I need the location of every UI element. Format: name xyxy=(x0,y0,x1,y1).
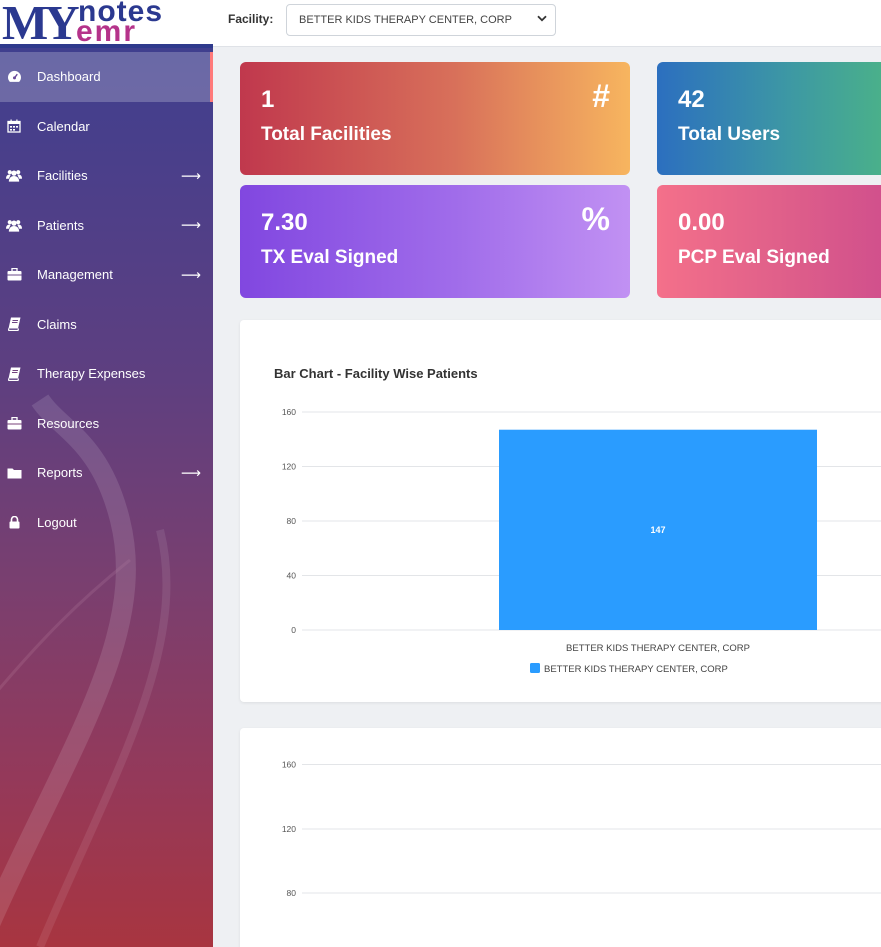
stat-value: 42 xyxy=(678,86,705,113)
chart-panel-facility-patients: Bar Chart - Facility Wise Patients 160 12… xyxy=(240,320,881,702)
legend-swatch[interactable] xyxy=(530,663,540,673)
facility-select-value: BETTER KIDS THERAPY CENTER, CORP xyxy=(299,14,512,26)
book-icon xyxy=(6,367,22,381)
hash-icon: # xyxy=(592,78,610,114)
bar-chart-secondary: 160 120 80 xyxy=(282,760,881,898)
y-tick-label: 120 xyxy=(282,824,296,834)
stat-label: Total Users xyxy=(678,124,781,145)
users-icon xyxy=(6,218,22,232)
sidebar-item-therapy-expenses[interactable]: Therapy Expenses xyxy=(0,349,213,399)
stat-card-pcp-eval-signed: 0.00 PCP Eval Signed xyxy=(657,185,881,298)
book-icon xyxy=(6,317,22,332)
bar-chart: 160 120 80 40 0 147 BETTER KIDS THERAPY CENTER… xyxy=(282,407,881,675)
dashboard-icon xyxy=(6,70,22,84)
sidebar-item-label: Claims xyxy=(37,316,77,332)
sidebar-item-management[interactable]: Management ⟶ xyxy=(0,250,213,300)
percent-icon: % xyxy=(581,201,610,237)
logo[interactable]: MY notes emr xyxy=(0,0,213,48)
sidebar-nav: Dashboard Calendar Facilities ⟶ Patients… xyxy=(0,52,213,547)
briefcase-icon xyxy=(6,268,22,282)
arrow-right-icon: ⟶ xyxy=(180,266,201,283)
sidebar-item-label: Patients xyxy=(37,217,84,233)
arrow-right-icon: ⟶ xyxy=(180,216,201,233)
stat-label: PCP Eval Signed xyxy=(678,247,830,268)
y-tick-label: 0 xyxy=(291,625,296,635)
stat-card-tx-eval-signed: 7.30 TX Eval Signed % xyxy=(240,185,630,298)
arrow-right-icon: ⟶ xyxy=(180,464,201,481)
lock-icon xyxy=(6,515,22,529)
logo-my: MY xyxy=(2,0,80,50)
y-tick-label: 80 xyxy=(287,516,297,526)
sidebar-item-label: Logout xyxy=(37,514,77,530)
y-tick-label: 120 xyxy=(282,462,296,472)
calendar-icon xyxy=(6,119,22,133)
sidebar-item-label: Facilities xyxy=(37,168,88,184)
stat-card-total-facilities: 1 Total Facilities # xyxy=(240,62,630,175)
users-icon xyxy=(6,169,22,183)
stat-value: 7.30 xyxy=(261,209,308,236)
sidebar-item-label: Management xyxy=(37,267,113,283)
stat-label: Total Facilities xyxy=(261,124,392,145)
sidebar-item-label: Reports xyxy=(37,465,83,481)
y-tick-label: 160 xyxy=(282,760,296,770)
sidebar-item-label: Dashboard xyxy=(37,69,101,85)
legend-label[interactable]: BETTER KIDS THERAPY CENTER, CORP xyxy=(544,664,728,675)
stat-value: 0.00 xyxy=(678,209,725,236)
sidebar-item-label: Therapy Expenses xyxy=(37,366,146,382)
sidebar-item-patients[interactable]: Patients ⟶ xyxy=(0,201,213,251)
bar-data-label: 147 xyxy=(650,525,665,535)
sidebar-item-dashboard[interactable]: Dashboard xyxy=(0,52,213,102)
logo-emr: emr xyxy=(76,15,138,48)
sidebar-item-calendar[interactable]: Calendar xyxy=(0,102,213,152)
sidebar: MY notes emr Dashboard Calendar Faciliti… xyxy=(0,0,213,947)
folder-icon xyxy=(6,466,22,480)
y-tick-label: 40 xyxy=(287,571,297,581)
sidebar-item-resources[interactable]: Resources xyxy=(0,399,213,449)
facility-select[interactable]: BETTER KIDS THERAPY CENTER, CORP xyxy=(286,4,556,36)
sidebar-item-claims[interactable]: Claims xyxy=(0,300,213,350)
sidebar-item-reports[interactable]: Reports ⟶ xyxy=(0,448,213,498)
y-tick-label: 80 xyxy=(287,888,297,898)
sidebar-item-label: Calendar xyxy=(37,118,90,134)
stat-card-total-users: 42 Total Users xyxy=(657,62,881,175)
sidebar-item-facilities[interactable]: Facilities ⟶ xyxy=(0,151,213,201)
stat-label: TX Eval Signed xyxy=(261,247,399,268)
chart-panel-secondary: 160 120 80 xyxy=(240,728,881,947)
top-bar: Facility: BETTER KIDS THERAPY CENTER, CO… xyxy=(213,0,881,47)
arrow-right-icon: ⟶ xyxy=(180,167,201,184)
briefcase-icon xyxy=(6,416,22,430)
sidebar-item-label: Resources xyxy=(37,415,100,431)
x-tick-label: BETTER KIDS THERAPY CENTER, CORP xyxy=(566,643,750,654)
stat-value: 1 xyxy=(261,86,275,113)
y-tick-label: 160 xyxy=(282,407,296,417)
facility-label: Facility: xyxy=(228,12,274,26)
sidebar-item-logout[interactable]: Logout xyxy=(0,498,213,548)
chevron-down-icon xyxy=(537,13,547,25)
